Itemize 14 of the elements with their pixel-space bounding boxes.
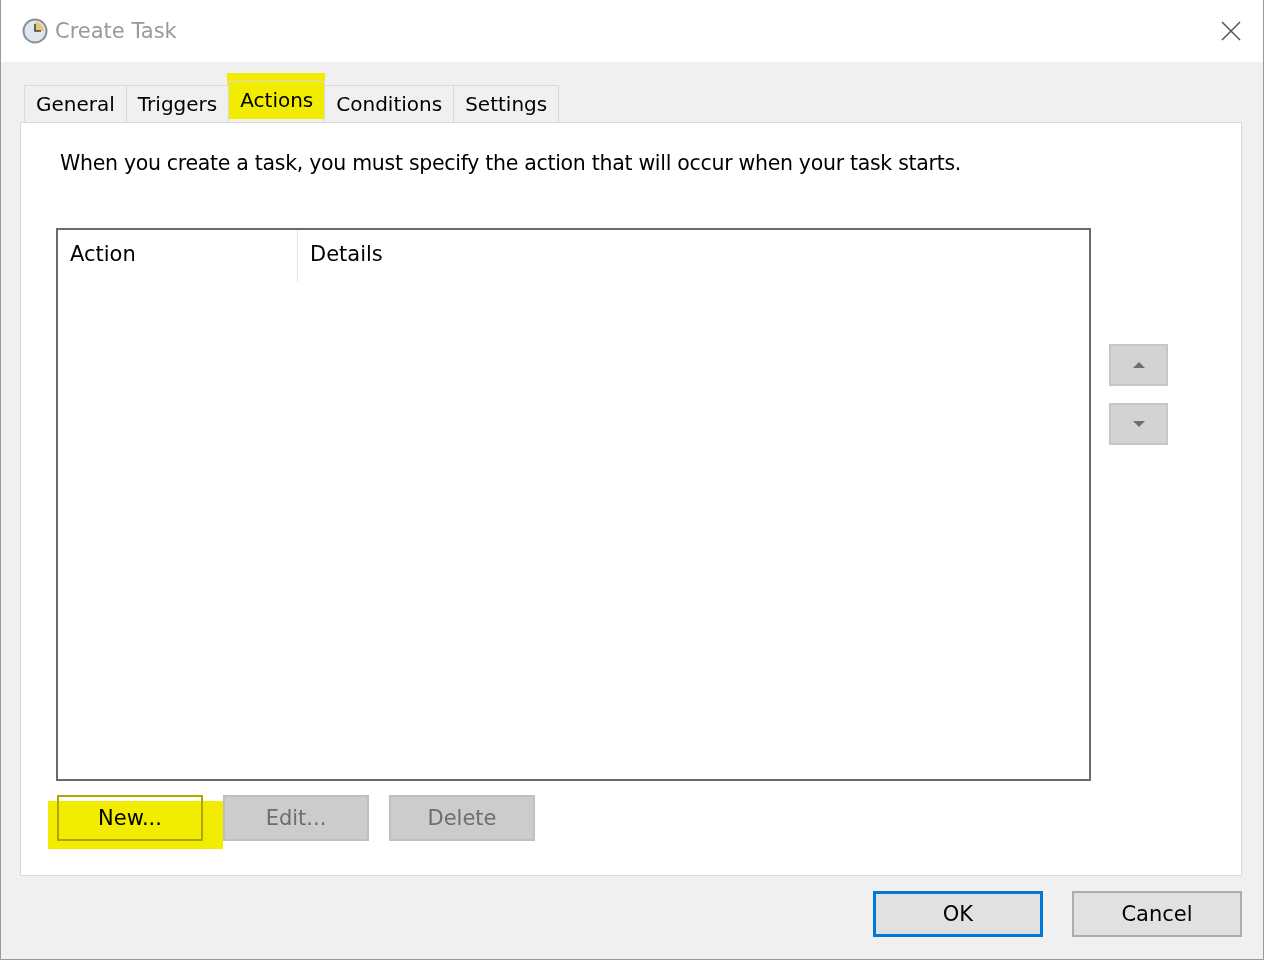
clock-icon: [22, 18, 48, 44]
column-header[interactable]: Details: [298, 230, 395, 282]
down-triangle-icon: [1131, 420, 1146, 428]
tab[interactable]: General: [24, 85, 127, 123]
tab[interactable]: Settings: [453, 85, 560, 123]
up-triangle-icon: [1131, 361, 1146, 369]
window-title: Create Task: [55, 19, 178, 43]
dialog-button[interactable]: OK: [873, 891, 1043, 937]
action-button[interactable]: New...: [57, 795, 203, 841]
close-icon[interactable]: [1221, 21, 1241, 41]
instruction-text: When you create a task, you must specify the action that will occur when your task starts.: [60, 151, 962, 175]
actions-list[interactable]: Action Details: [56, 228, 1091, 781]
dialog-button[interactable]: Cancel: [1072, 891, 1242, 937]
column-header[interactable]: Action: [58, 230, 298, 282]
